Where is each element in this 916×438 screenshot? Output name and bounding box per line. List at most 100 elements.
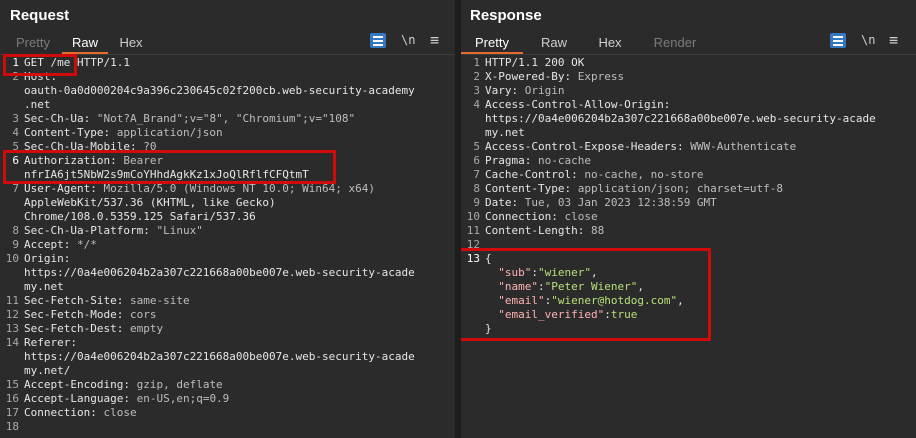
header-value: application/json [110, 126, 223, 139]
request-code-line: Connection: close [24, 406, 137, 420]
response-pretty-wrap-icon[interactable] [830, 33, 846, 48]
response-code-line: Connection: close [485, 210, 598, 224]
response-tab-hex[interactable]: Hex [585, 34, 635, 54]
request-code-line: oauth-0a0d000204c9a396c230645c02f200cb.w… [24, 84, 415, 97]
header-name: Content-Type: [24, 126, 111, 139]
response-line-number: 10 [466, 210, 480, 223]
header-name: Accept-Language: [24, 392, 130, 405]
response-line-number: 3 [473, 84, 480, 97]
request-line-number: 3 [12, 112, 19, 125]
response-line-number: 8 [473, 182, 480, 195]
request-tab-pretty[interactable]: Pretty [4, 34, 62, 54]
header-value: */* [70, 238, 97, 251]
header-name: Sec-Ch-Ua: [24, 112, 91, 125]
request-code-line: Sec-Fetch-Mode: cors [24, 308, 156, 322]
response-code-line: Date: Tue, 03 Jan 2023 12:38:59 GMT [485, 196, 717, 210]
header-value: application/json; charset=utf-8 [571, 182, 784, 195]
response-line-number: 6 [473, 154, 480, 167]
request-line-number: 9 [12, 238, 19, 251]
request-tab-raw[interactable]: Raw [62, 34, 108, 54]
header-name: Referer: [24, 336, 77, 349]
header-value: en-US,en;q=0.9 [129, 392, 230, 405]
header-name: Pragma: [485, 154, 532, 167]
response-line-number: 5 [473, 140, 480, 153]
request-menu-icon[interactable]: ≡ [430, 31, 439, 49]
request-pretty-wrap-icon[interactable] [370, 33, 386, 48]
request-editor[interactable]: 1 GET /me HTTP/1.1 2 Host: oauth-0a0d000204c… [0, 56, 455, 438]
request-line-number: 17 [5, 406, 19, 419]
response-title: Response [470, 7, 542, 24]
header-name: Accept: [24, 238, 71, 251]
response-line-number: 9 [473, 196, 480, 209]
request-line-number: 8 [12, 224, 19, 237]
authorization-highlight [3, 150, 336, 184]
header-name: Connection: [485, 210, 558, 223]
header-value: no-cache, no-store [577, 168, 704, 181]
response-code-line: HTTP/1.1 200 OK [485, 56, 585, 69]
header-name: Origin: [24, 252, 71, 265]
request-line-number: 16 [5, 392, 19, 405]
request-code-line: User-Agent: Mozilla/5.0 (Windows NT 10.0… [24, 182, 375, 196]
request-code-line: Accept-Encoding: gzip, deflate [24, 378, 223, 392]
response-line-number: 11 [466, 224, 480, 237]
request-code-line: Content-Type: application/json [24, 126, 223, 140]
response-newline-toggle[interactable]: \n [861, 33, 875, 47]
header-value: WWW-Authenticate [683, 140, 797, 153]
response-tab-render[interactable]: Render [635, 34, 715, 54]
header-name: Sec-Fetch-Site: [24, 294, 124, 307]
header-value: Origin [518, 84, 565, 97]
request-code-line: Chrome/108.0.5359.125 Safari/537.36 [24, 210, 256, 223]
response-code-line: Content-Length: 88 [485, 224, 604, 238]
request-code-line: Origin: [24, 252, 70, 266]
header-value: Tue, 03 Jan 2023 12:38:59 GMT [518, 196, 717, 209]
request-line-number: 14 [5, 336, 19, 349]
response-menu-icon[interactable]: ≡ [889, 31, 898, 49]
request-code-line: Sec-Fetch-Dest: empty [24, 322, 163, 336]
request-newline-toggle[interactable]: \n [401, 33, 415, 47]
request-line-number: 13 [5, 322, 19, 335]
request-title: Request [10, 7, 70, 24]
header-name: Content-Length: [485, 224, 585, 237]
header-value: same-site [123, 294, 190, 307]
request-line-number: 12 [5, 308, 19, 321]
request-code-line: Sec-Ch-Ua-Platform: "Linux" [24, 224, 203, 238]
header-name: Connection: [24, 406, 97, 419]
header-name: Accept-Encoding: [24, 378, 130, 391]
response-code-line: Cache-Control: no-cache, no-store [485, 168, 704, 182]
response-line-number: 7 [473, 168, 480, 181]
header-value: 88 [584, 224, 605, 237]
header-value: close [557, 210, 598, 223]
request-tabs: Pretty Raw Hex [4, 34, 154, 54]
request-code-line: Sec-Fetch-Site: same-site [24, 294, 190, 308]
request-code-line: .net [24, 98, 51, 111]
response-code-line: Access-Control-Allow-Origin: [485, 98, 670, 112]
request-code-line: https://0a4e006204b2a307c221668a00be007e… [24, 350, 415, 363]
request-code-line: my.net/ [24, 364, 71, 377]
request-code-line: my.net [24, 280, 64, 293]
header-value: empty [123, 322, 164, 335]
header-name: Content-Type: [485, 182, 572, 195]
request-tab-hex[interactable]: Hex [108, 34, 154, 54]
response-editor[interactable]: 1 HTTP/1.1 200 OK 2 X-Powered-By: Express 3 V… [461, 56, 916, 438]
request-line-number: 7 [12, 182, 19, 195]
json-body-highlight [461, 248, 711, 341]
header-name: X-Powered-By: [485, 70, 572, 83]
request-code-line: Referer: [24, 336, 77, 350]
header-name: Date: [485, 196, 519, 209]
response-line-number: 4 [473, 98, 480, 111]
response-tab-raw[interactable]: Raw [523, 34, 585, 54]
header-name: Access-Control-Allow-Origin: [485, 98, 671, 111]
response-divider [461, 54, 916, 55]
request-line-number: 4 [12, 126, 19, 139]
request-line-number: 18 [5, 420, 19, 433]
request-code-line: https://0a4e006204b2a307c221668a00be007e… [24, 266, 415, 279]
header-value: "Not?A_Brand";v="8", "Chromium";v="108" [90, 112, 356, 125]
response-code-line: my.net [485, 126, 525, 139]
request-line-highlight [3, 54, 77, 76]
request-code-line: AppleWebKit/537.36 (KHTML, like Gecko) [24, 196, 276, 209]
request-code-line: Accept: */* [24, 238, 97, 252]
response-tab-pretty[interactable]: Pretty [461, 34, 523, 54]
response-line-number: 2 [473, 70, 480, 83]
header-value: no-cache [531, 154, 591, 167]
response-code-line: Pragma: no-cache [485, 154, 591, 168]
